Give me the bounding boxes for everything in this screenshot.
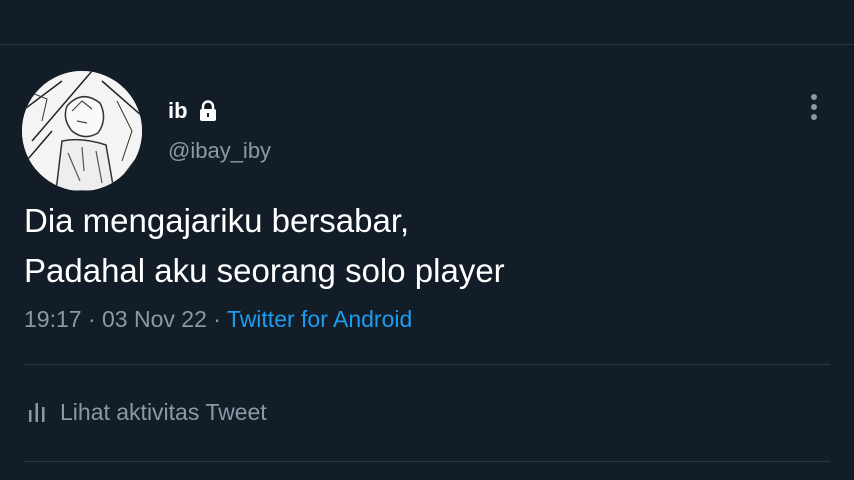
tweet-meta: 19:17 · 03 Nov 22 · Twitter for Android bbox=[24, 306, 412, 333]
tweet-activity-label: Lihat aktivitas Tweet bbox=[60, 398, 267, 425]
tweet-activity-button[interactable]: Lihat aktivitas Tweet bbox=[28, 396, 267, 428]
tweet-detail-screen: ib @ibay_iby Dia mengajariku bersabar, P… bbox=[0, 0, 854, 480]
divider bbox=[24, 461, 830, 462]
tweet-date: 03 Nov 22 bbox=[102, 306, 207, 332]
tweet-text-line: Padahal aku seorang solo player bbox=[24, 252, 505, 289]
author-handle[interactable]: @ibay_iby bbox=[168, 138, 271, 164]
divider bbox=[24, 364, 830, 365]
lock-icon bbox=[196, 99, 220, 123]
more-vertical-icon[interactable] bbox=[804, 92, 824, 124]
tweet-time: 19:17 bbox=[24, 306, 82, 332]
display-name[interactable]: ib bbox=[168, 98, 188, 124]
top-divider bbox=[0, 44, 854, 45]
avatar-image bbox=[22, 71, 142, 191]
author-name-row: ib bbox=[168, 95, 220, 127]
tweet-text-line: Dia mengajariku bersabar, bbox=[24, 202, 410, 239]
tweet-text: Dia mengajariku bersabar, Padahal aku se… bbox=[24, 196, 505, 296]
meta-separator: · bbox=[213, 306, 221, 332]
avatar[interactable] bbox=[22, 71, 142, 191]
bar-chart-icon bbox=[28, 401, 46, 423]
meta-separator: · bbox=[87, 306, 96, 332]
tweet-source-link[interactable]: Twitter for Android bbox=[227, 306, 412, 332]
